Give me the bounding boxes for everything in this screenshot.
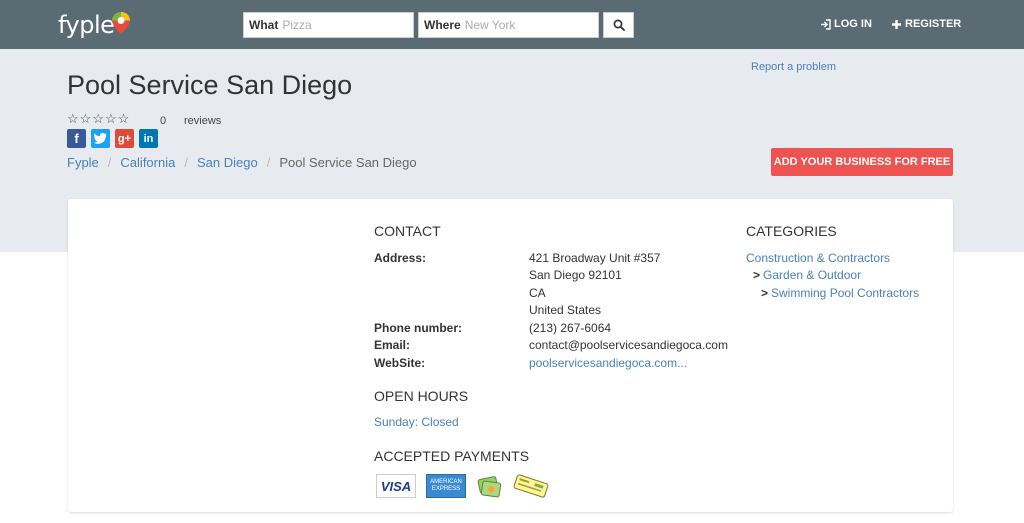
register-link[interactable]: REGISTER bbox=[891, 18, 961, 30]
phone-value[interactable]: (213) 267-6064 bbox=[529, 321, 611, 335]
breadcrumb: Fyple / California / San Diego / Pool Se… bbox=[67, 155, 417, 170]
breadcrumb-fyple[interactable]: Fyple bbox=[67, 155, 99, 170]
login-icon bbox=[821, 18, 831, 30]
category-arrow: > bbox=[753, 268, 761, 282]
category-construction-contractors[interactable]: Construction & Contractors bbox=[746, 251, 890, 265]
reviews-label[interactable]: reviews bbox=[184, 115, 221, 127]
plus-icon bbox=[892, 19, 901, 29]
google-plus-icon[interactable]: g+ bbox=[115, 129, 134, 148]
category-garden-outdoor-row: > Garden & Outdoor bbox=[753, 268, 861, 282]
twitter-icon[interactable] bbox=[91, 129, 110, 148]
register-label: REGISTER bbox=[905, 18, 962, 30]
star-outline-icon: ☆ bbox=[79, 111, 92, 126]
top-navbar: fyple What Where LOG IN REGISTER bbox=[0, 0, 1024, 49]
visa-card-icon: VISA bbox=[376, 474, 416, 498]
facebook-icon[interactable]: f bbox=[67, 129, 86, 148]
report-problem-link[interactable]: Report a problem bbox=[751, 61, 836, 73]
add-business-button[interactable]: ADD YOUR BUSINESS FOR FREE bbox=[771, 148, 953, 176]
payment-methods: VISA AMERICAN EXPRESS bbox=[376, 474, 550, 498]
breadcrumb-separator: / bbox=[184, 155, 188, 170]
what-search-field[interactable]: What bbox=[243, 12, 414, 38]
where-input[interactable] bbox=[464, 18, 585, 32]
website-link[interactable]: poolservicesandiegoca.com... bbox=[529, 356, 687, 370]
category-arrow: > bbox=[761, 286, 769, 300]
address-line-1: 421 Broadway Unit #357 bbox=[529, 251, 661, 265]
amex-card-icon: AMERICAN EXPRESS bbox=[426, 474, 466, 498]
where-search-field[interactable]: Where bbox=[418, 12, 599, 38]
rating-stars[interactable]: ☆ ☆ ☆ ☆ ☆ bbox=[67, 111, 129, 127]
breadcrumb-separator: / bbox=[107, 155, 112, 170]
login-label: LOG IN bbox=[834, 18, 872, 30]
fyple-logo[interactable]: fyple bbox=[58, 9, 130, 41]
star-outline-icon: ☆ bbox=[104, 111, 117, 126]
search-button[interactable] bbox=[603, 12, 634, 38]
where-label: Where bbox=[424, 18, 461, 32]
breadcrumb-current: Pool Service San Diego bbox=[279, 155, 417, 170]
twitter-bird-icon bbox=[94, 133, 107, 144]
check-icon bbox=[513, 474, 549, 498]
page-title: Pool Service San Diego bbox=[67, 70, 353, 100]
address-label: Address: bbox=[374, 251, 427, 265]
accepted-payments-title: ACCEPTED PAYMENTS bbox=[374, 448, 530, 464]
address-line-2: San Diego 92101 bbox=[529, 268, 622, 282]
address-line-3: CA bbox=[529, 286, 546, 300]
breadcrumb-san-diego[interactable]: San Diego bbox=[197, 155, 258, 170]
what-input[interactable] bbox=[282, 18, 403, 32]
what-label: What bbox=[249, 18, 279, 32]
star-outline-icon: ☆ bbox=[92, 111, 104, 126]
open-hours-title: OPEN HOURS bbox=[374, 388, 469, 404]
category-garden-outdoor[interactable]: Garden & Outdoor bbox=[763, 268, 861, 282]
website-label: WebSite: bbox=[374, 356, 426, 370]
category-swimming-pool-row: > Swimming Pool Contractors bbox=[761, 286, 919, 300]
review-count: 0 bbox=[160, 115, 167, 127]
email-value[interactable]: contact@poolservicesandiegoca.com bbox=[529, 338, 728, 352]
category-swimming-pool-contractors[interactable]: Swimming Pool Contractors bbox=[771, 286, 919, 300]
phone-label: Phone number: bbox=[374, 321, 463, 335]
login-link[interactable]: LOG IN bbox=[820, 18, 872, 30]
hours-entry[interactable]: Sunday: Closed bbox=[374, 415, 459, 429]
address-line-4: United States bbox=[529, 303, 602, 317]
cash-icon bbox=[477, 476, 502, 498]
email-label: Email: bbox=[374, 338, 411, 352]
star-outline-icon: ☆ bbox=[117, 111, 130, 126]
social-share: f g+ in bbox=[67, 129, 158, 148]
logo-text: fyple bbox=[58, 11, 115, 39]
linkedin-icon[interactable]: in bbox=[139, 129, 158, 148]
breadcrumb-california[interactable]: California bbox=[120, 155, 175, 170]
search-icon bbox=[613, 19, 625, 31]
star-outline-icon: ☆ bbox=[67, 111, 79, 126]
location-pin-icon bbox=[112, 12, 130, 34]
breadcrumb-separator: / bbox=[266, 155, 271, 170]
business-details-card bbox=[68, 199, 953, 512]
contact-title: CONTACT bbox=[374, 223, 441, 239]
categories-title: CATEGORIES bbox=[746, 223, 837, 239]
